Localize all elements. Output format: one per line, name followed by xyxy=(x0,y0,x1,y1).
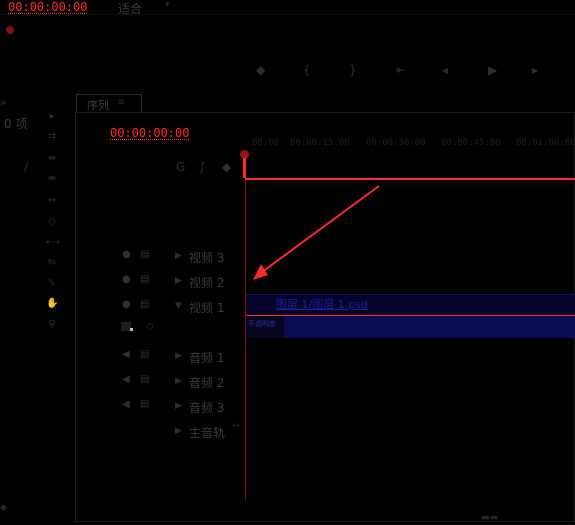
zoom-slider-icon[interactable]: ▬▬ xyxy=(481,513,498,523)
panel-corner-icon: ◆ xyxy=(0,503,7,513)
annotation-arrow-icon xyxy=(253,185,380,280)
editor-window: 00:00:00:00 适合 ▾ ◆ { } ⇤ ◂ ▶ ▸ » 0 项 / ▸… xyxy=(0,0,575,525)
